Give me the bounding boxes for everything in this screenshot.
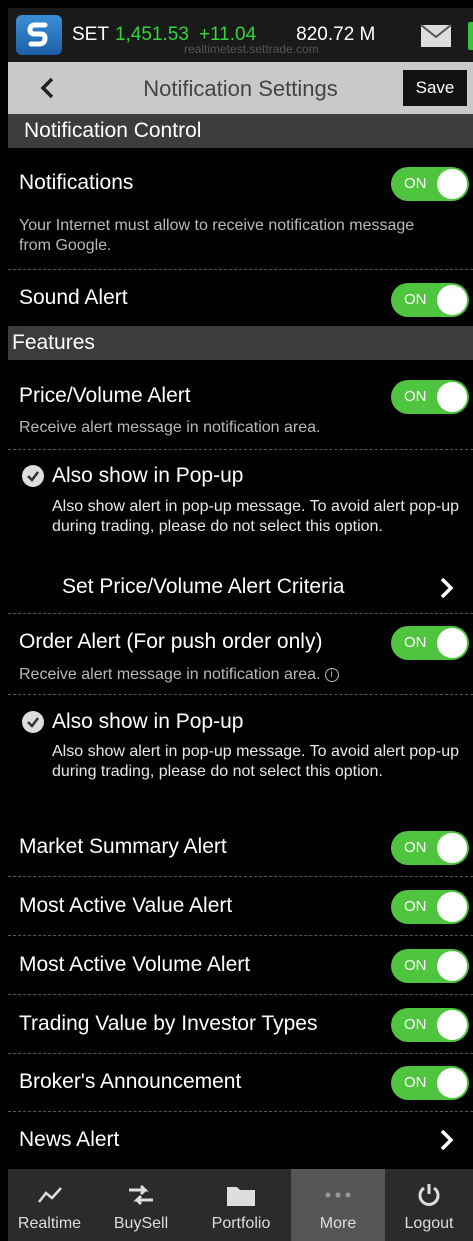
nav-portfolio-label: Portfolio [211, 1215, 271, 1232]
divider [8, 1111, 473, 1112]
broker-announcement-label: Broker's Announcement [19, 1070, 242, 1093]
most-active-value-label: Most Active Value Alert [19, 894, 233, 917]
nav-realtime-label: Realtime [17, 1215, 82, 1232]
market-summary-toggle[interactable]: ON [391, 831, 469, 865]
news-alert-label[interactable]: News Alert [19, 1128, 119, 1152]
most-active-value-toggle[interactable]: ON [391, 890, 469, 924]
most-active-volume-toggle[interactable]: ON [391, 949, 469, 983]
toggle-knob [437, 892, 467, 922]
line-chart-icon [37, 1175, 63, 1215]
broker-announcement-toggle[interactable]: ON [391, 1066, 469, 1100]
pv-popup-checkbox-icon[interactable] [22, 465, 44, 487]
chevron-right-icon[interactable] [438, 577, 454, 599]
index-label: SET [72, 24, 109, 45]
notifications-toggle[interactable]: ON [391, 167, 469, 201]
toggle-knob [437, 833, 467, 863]
back-arrow-icon[interactable] [28, 62, 68, 114]
divider [8, 613, 473, 614]
trading-value-investor-toggle[interactable]: ON [391, 1008, 469, 1042]
order-alert-label: Order Alert (For push order only) [19, 630, 323, 653]
nav-portfolio[interactable]: Portfolio [191, 1169, 291, 1241]
host-label: realtimetest.settrade.com [184, 42, 319, 56]
toggle-knob [437, 1010, 467, 1040]
toggle-on-text: ON [404, 175, 427, 192]
swap-arrows-icon [127, 1175, 155, 1215]
bottom-navigation: Realtime BuySell Portfolio More Logout [8, 1169, 473, 1241]
divider [8, 994, 473, 995]
index-value: 1,451.53 [114, 24, 189, 45]
divider [8, 876, 473, 877]
nav-more-label: More [319, 1215, 357, 1232]
divider [8, 269, 473, 270]
toggle-knob [437, 951, 467, 981]
toggle-knob [437, 382, 467, 412]
toggle-knob [437, 628, 467, 658]
toggle-knob [437, 1068, 467, 1098]
order-popup-checkbox-icon[interactable] [22, 711, 44, 733]
save-button[interactable]: Save [403, 70, 467, 106]
price-volume-alert-description: Receive alert message in notification ar… [19, 419, 321, 436]
toggle-on-text: ON [404, 388, 427, 405]
toggle-knob [437, 285, 467, 315]
sound-alert-label: Sound Alert [19, 286, 128, 309]
nav-buysell[interactable]: BuySell [91, 1169, 191, 1241]
toggle-on-text: ON [404, 1074, 427, 1091]
power-icon [416, 1175, 442, 1215]
toggle-on-text: ON [404, 957, 427, 974]
nav-more[interactable]: More [291, 1169, 385, 1241]
order-popup-label: Also show in Pop-up [52, 710, 244, 733]
most-active-volume-label: Most Active Volume Alert [19, 953, 251, 976]
status-bar: SET 1,451.53 +11.04 820.72 M realtimetes… [8, 8, 473, 62]
trading-value-investor-label: Trading Value by Investor Types [19, 1012, 318, 1035]
divider [8, 694, 473, 695]
battery-icon [468, 22, 473, 50]
pv-popup-description: Also show alert in pop-up message. To av… [52, 498, 460, 535]
toggle-knob [437, 169, 467, 199]
sound-alert-toggle[interactable]: ON [391, 283, 469, 317]
mail-icon[interactable] [420, 24, 452, 48]
order-popup-description: Also show alert in pop-up message. To av… [52, 743, 460, 780]
order-alert-description-text: Receive alert message in notification ar… [19, 666, 321, 683]
section-notification-control: Notification Control [8, 114, 473, 148]
nav-logout[interactable]: Logout [385, 1169, 473, 1241]
nav-logout-label: Logout [404, 1215, 454, 1232]
folder-icon [226, 1175, 256, 1215]
toggle-on-text: ON [404, 291, 427, 308]
order-alert-toggle[interactable]: ON [391, 626, 469, 660]
more-dots-icon [324, 1175, 352, 1215]
notifications-label: Notifications [19, 171, 134, 194]
pv-popup-label: Also show in Pop-up [52, 464, 244, 487]
section-features: Features [8, 326, 473, 360]
notifications-description: Your Internet must allow to receive noti… [19, 217, 415, 254]
nav-buysell-label: BuySell [113, 1215, 169, 1232]
divider [8, 1053, 473, 1054]
toggle-on-text: ON [404, 898, 427, 915]
app-logo-icon [16, 15, 62, 55]
app-header: Notification Settings Save [8, 62, 473, 114]
nav-realtime[interactable]: Realtime [8, 1169, 91, 1241]
toggle-on-text: ON [404, 1016, 427, 1033]
toggle-on-text: ON [404, 634, 427, 651]
chevron-right-icon[interactable] [438, 1129, 454, 1151]
set-criteria-link[interactable]: Set Price/Volume Alert Criteria [62, 575, 344, 599]
divider [8, 449, 473, 450]
market-summary-label: Market Summary Alert [19, 835, 227, 858]
info-icon[interactable]: i [324, 667, 339, 682]
order-alert-description: Receive alert message in notification ar… [19, 665, 339, 685]
divider [8, 935, 473, 936]
price-volume-alert-toggle[interactable]: ON [391, 380, 469, 414]
price-volume-alert-label: Price/Volume Alert [19, 384, 191, 407]
toggle-on-text: ON [404, 839, 427, 856]
